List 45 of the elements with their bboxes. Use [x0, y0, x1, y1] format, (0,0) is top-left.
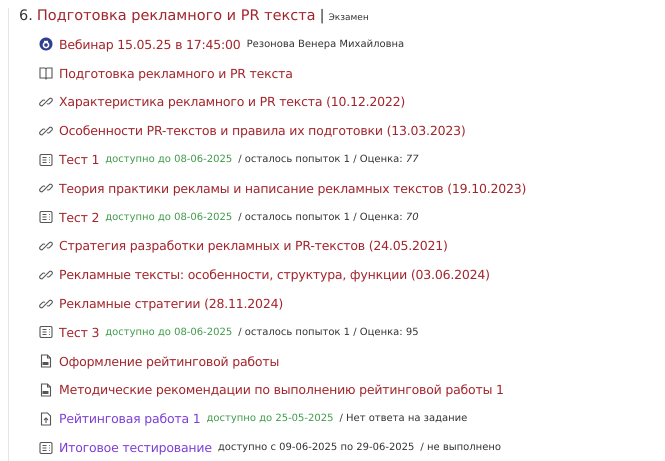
quiz-icon	[39, 152, 53, 167]
activity-link[interactable]: Теория практики рекламы и написание рекламных текстов (19.10.2023)	[59, 180, 526, 196]
link-icon	[39, 238, 53, 253]
separator: |	[320, 8, 324, 24]
activity-link[interactable]: Рекламные тексты: особенности, структура, функции (03.06.2024)	[59, 267, 490, 282]
status-text: / осталось попыток 1 / Оценка: 70	[238, 212, 419, 223]
webinar-icon	[39, 37, 53, 52]
section-number: 6.	[19, 8, 33, 24]
activity-link[interactable]: Тест 2	[59, 210, 100, 225]
link-icon	[39, 268, 53, 282]
availability-text: доступно до 08-06-2025	[105, 326, 232, 338]
link-icon	[39, 181, 53, 196]
doc-file-icon	[39, 354, 53, 368]
status-text: / осталось попыток 1 / Оценка: 77	[238, 154, 419, 166]
link-icon	[39, 94, 53, 109]
activity-link[interactable]: Вебинар 15.05.25 в 17:45:00	[59, 36, 241, 52]
quiz-icon	[39, 440, 53, 455]
quiz-icon	[39, 325, 53, 340]
activity-link[interactable]: Подготовка рекламного и PR текста	[59, 66, 293, 81]
book-icon	[39, 66, 53, 80]
status-text: / Нет ответа на задание	[339, 413, 468, 424]
activity-link[interactable]: Стратегия разработки рекламных и PR-текстов (24.05.2021)	[59, 238, 448, 254]
status-text: / осталось попыток 1 / Оценка: 95	[238, 326, 419, 338]
activity-link[interactable]: Характеристика рекламного и PR текста (10.12.2022)	[59, 94, 406, 110]
activity-link[interactable]: Тест 1	[59, 152, 100, 168]
doc-file-icon	[39, 382, 53, 397]
link-icon	[39, 296, 53, 311]
activity-link[interactable]: Рекламные стратегии (28.11.2024)	[59, 296, 283, 312]
activity-link[interactable]: Оформление рейтинговой работы	[59, 354, 280, 369]
quiz-icon	[39, 210, 53, 224]
activity-link[interactable]: Рейтинговая работа 1	[59, 411, 200, 426]
availability-text: доступно с 09-06-2025 по 29-06-2025	[218, 442, 414, 454]
exam-tag: Экзамен	[328, 13, 369, 23]
activity-link[interactable]: Особенности PR-текстов и правила их подготовки (13.03.2023)	[59, 123, 466, 138]
section-title-link[interactable]: Подготовка рекламного и PR текста	[36, 8, 316, 24]
availability-text: доступно до 08-06-2025	[105, 212, 232, 223]
status-text: Резонова Венера Михайловна	[246, 38, 404, 50]
link-icon	[39, 124, 53, 138]
availability-text: доступно до 08-06-2025	[105, 154, 232, 166]
activity-link[interactable]: Тест 3	[59, 324, 100, 340]
upload-file-icon	[39, 412, 53, 426]
activity-link[interactable]: Методические рекомендации по выполнению рейтинговой работы 1	[59, 382, 504, 398]
activity-link[interactable]: Итоговое тестирование	[59, 440, 212, 456]
availability-text: доступно до 25-05-2025	[206, 413, 334, 424]
status-text: / не выполнено	[420, 442, 502, 454]
